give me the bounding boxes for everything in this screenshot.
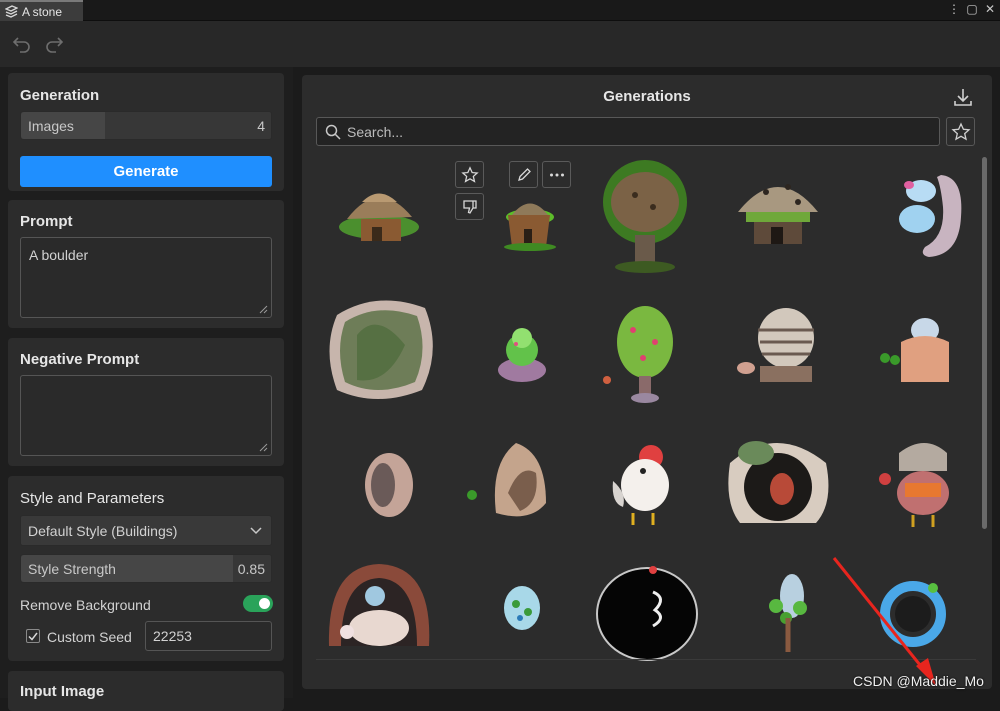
pencil-icon	[517, 167, 531, 181]
blue-egg-image	[504, 586, 540, 630]
generation-image[interactable]	[317, 556, 442, 681]
generation-image[interactable]	[849, 157, 974, 282]
undo-button[interactable]	[11, 33, 33, 55]
close-icon[interactable]: ✕	[984, 2, 996, 16]
remove-background-label: Remove Background	[20, 597, 151, 613]
input-image-panel: Input Image	[8, 671, 284, 711]
search-placeholder: Search...	[347, 124, 404, 140]
download-icon[interactable]	[952, 86, 974, 108]
style-strength-value: 0.85	[237, 561, 265, 577]
toolbar	[0, 21, 1000, 67]
generation-image[interactable]	[583, 556, 708, 681]
generations-title: Generations	[603, 88, 691, 105]
prompt-panel: Prompt A boulder	[8, 200, 284, 328]
style-strength-label: Style Strength	[28, 561, 116, 577]
star-icon	[460, 165, 479, 183]
hen-under-rock-image	[879, 443, 949, 527]
egg-stone-image	[365, 453, 413, 517]
generation-image[interactable]	[583, 290, 708, 415]
boulder-image	[329, 300, 433, 399]
images-label: Images	[28, 118, 74, 134]
more-horiz-icon	[549, 173, 564, 176]
seed-input[interactable]: 22253	[145, 621, 272, 651]
favorites-filter-button[interactable]	[946, 117, 975, 146]
stone-hut-image	[339, 193, 419, 241]
more-vert-icon[interactable]: ⋮	[948, 2, 960, 16]
generation-image[interactable]	[583, 423, 708, 548]
stone-on-stump-image	[880, 318, 949, 382]
negative-prompt-panel: Negative Prompt	[8, 338, 284, 466]
tab-a-stone[interactable]: A stone	[0, 0, 83, 21]
berry-tree-image	[603, 306, 673, 403]
generation-image[interactable]	[849, 423, 974, 548]
style-select[interactable]: Default Style (Buildings)	[20, 515, 272, 546]
generation-image[interactable]	[317, 157, 442, 282]
more-options-button[interactable]	[542, 161, 571, 188]
style-panel: Style and Parameters Default Style (Buil…	[8, 476, 284, 661]
stone-pile-image	[899, 175, 962, 257]
chevron-down-icon	[250, 527, 262, 535]
redo-icon	[46, 37, 64, 53]
star-icon	[950, 121, 971, 141]
toggle-knob	[259, 598, 270, 609]
left-sidebar: Generation Images 4 Generate Prompt A bo…	[0, 67, 293, 711]
edit-image-button[interactable]	[509, 161, 538, 188]
images-value: 4	[257, 118, 265, 134]
mushroom-hut-image	[738, 184, 818, 244]
brown-rock-image	[467, 443, 546, 517]
dislike-image-button[interactable]	[455, 193, 484, 220]
generation-image[interactable]	[450, 423, 575, 548]
checkmark-icon	[28, 632, 38, 641]
small-bush-image	[498, 328, 546, 382]
generation-image[interactable]	[317, 290, 442, 415]
prompt-title: Prompt	[20, 213, 73, 230]
resize-handle-icon[interactable]	[258, 442, 268, 452]
remove-background-toggle[interactable]	[243, 595, 273, 612]
custom-seed-label: Custom Seed	[47, 629, 132, 645]
window-controls: ⋮ ▢ ✕	[948, 2, 996, 16]
search-input[interactable]: Search...	[316, 117, 940, 146]
maximize-icon[interactable]: ▢	[966, 2, 978, 16]
images-slider[interactable]: Images 4	[20, 111, 272, 140]
negative-prompt-title: Negative Prompt	[20, 351, 140, 368]
generation-image[interactable]	[317, 423, 442, 548]
generation-image[interactable]	[849, 290, 974, 415]
watermark-text: CSDN @Maddie_Mo	[853, 673, 984, 689]
grid-scrollbar[interactable]	[982, 157, 987, 529]
generation-image[interactable]	[716, 290, 841, 415]
black-orb-image	[596, 566, 698, 661]
layers-icon	[5, 5, 18, 18]
generation-image[interactable]	[450, 290, 575, 415]
tab-bar: A stone ⋮ ▢ ✕	[0, 0, 1000, 21]
style-title: Style and Parameters	[20, 490, 165, 507]
generation-image[interactable]	[450, 556, 575, 681]
generate-button[interactable]: Generate	[20, 156, 272, 187]
cave-animals-image	[328, 564, 430, 646]
chicken-image	[612, 445, 669, 525]
custom-seed-checkbox[interactable]	[26, 629, 40, 643]
rock-with-animal-image	[737, 308, 814, 382]
favorite-image-button[interactable]	[455, 161, 484, 188]
rooster-rock-image	[728, 441, 829, 523]
style-strength-slider[interactable]: Style Strength 0.85	[20, 554, 272, 583]
undo-icon	[12, 37, 30, 53]
thumbs-down-icon	[462, 199, 477, 214]
negative-prompt-input[interactable]	[20, 375, 272, 456]
generation-image[interactable]	[716, 157, 841, 282]
style-selected: Default Style (Buildings)	[28, 523, 178, 539]
tab-title: A stone	[22, 4, 63, 19]
generation-image[interactable]	[716, 423, 841, 548]
generation-image[interactable]	[583, 157, 708, 282]
search-icon	[325, 124, 341, 140]
redo-button[interactable]	[43, 33, 65, 55]
generation-panel: Generation Images 4 Generate	[8, 73, 284, 191]
resize-handle-icon[interactable]	[258, 304, 268, 314]
input-image-title: Input Image	[20, 683, 105, 700]
annotation-arrow-icon	[832, 557, 936, 686]
generation-title: Generation	[20, 87, 100, 104]
prompt-text: A boulder	[29, 247, 89, 263]
tree-house-image	[603, 160, 687, 273]
prompt-input[interactable]: A boulder	[20, 237, 272, 318]
